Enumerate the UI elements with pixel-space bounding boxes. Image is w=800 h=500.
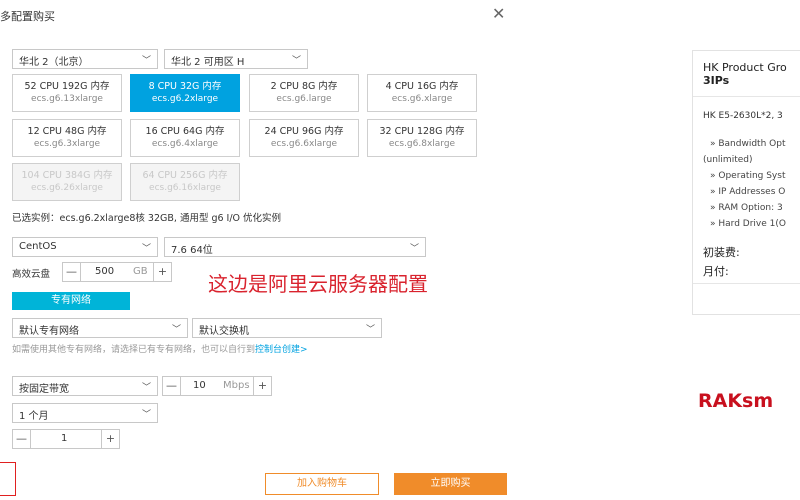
spec-title: 52 CPU 192G 内存 [24, 81, 110, 92]
list-item: (unlimited) [703, 155, 753, 165]
quantity-value: 1 [61, 433, 68, 444]
os-select[interactable]: CentOS ﹀ [12, 237, 158, 257]
annotation-text: 这边是阿里云服务器配置 [208, 272, 428, 296]
spec-type: ecs.g6.26xlarge [31, 183, 103, 193]
spec-option-disabled: 104 CPU 384G 内存 ecs.g6.26xlarge [12, 163, 122, 201]
monthly-label: 月付: [703, 265, 729, 278]
spec-title: 12 CPU 48G 内存 [27, 126, 107, 137]
vpc-select[interactable]: 默认专有网络 ﹀ [12, 318, 188, 338]
spec-type: ecs.g6.6xlarge [270, 139, 338, 149]
product-card-header: HK Product Gro 3IPs [693, 51, 800, 97]
list-item: » Bandwidth Opt [710, 139, 786, 149]
spec-option[interactable]: 32 CPU 128G 内存 ecs.g6.8xlarge [367, 119, 477, 157]
chevron-down-icon: ﹀ [141, 244, 151, 254]
plus-icon[interactable]: + [253, 377, 271, 395]
minus-icon[interactable]: — [163, 377, 181, 395]
spec-title: 104 CPU 384G 内存 [21, 170, 113, 181]
bandwidth-mode-value: 按固定带宽 [19, 384, 69, 395]
buy-now-button[interactable]: 立即购买 [394, 473, 507, 495]
duration-select[interactable]: 1 个月 ﹀ [12, 403, 158, 423]
vpc-value: 默认专有网络 [19, 326, 79, 337]
bandwidth-stepper[interactable]: — 10 Mbps + [162, 376, 272, 396]
vswitch-select[interactable]: 默认交换机 ﹀ [192, 318, 382, 338]
chevron-down-icon: ﹀ [141, 56, 151, 66]
vpc-button[interactable]: 专有网络 [12, 292, 130, 310]
spec-option-disabled: 64 CPU 256G 内存 ecs.g6.16xlarge [130, 163, 240, 201]
duration-value: 1 个月 [19, 411, 49, 422]
spec-type: ecs.g6.xlarge [391, 94, 453, 104]
vpc-hint: 如需使用其他专有网络，请选择已有专有网络，也可以自行到控制台创建> [12, 344, 392, 356]
product-cpu: HK E5-2630L*2, 3 [703, 111, 783, 121]
spec-type: ecs.g6.large [276, 94, 332, 104]
disk-label: 高效云盘 [12, 269, 51, 280]
spec-option[interactable]: 2 CPU 8G 内存 ecs.g6.large [249, 74, 359, 112]
spec-type: ecs.g6.2xlarge [151, 94, 219, 104]
list-item: » Operating Syst [710, 171, 786, 181]
spec-type: ecs.g6.16xlarge [149, 183, 221, 193]
chevron-down-icon: ﹀ [141, 410, 151, 420]
plus-icon[interactable]: + [153, 263, 171, 281]
disk-unit: GB [133, 266, 148, 277]
zone-select[interactable]: 华北 2 可用区 H ﹀ [164, 49, 308, 69]
product-title: HK Product Gro [703, 61, 787, 74]
product-options-list: » Bandwidth Opt (unlimited) » Operating … [703, 136, 786, 232]
spec-title: 2 CPU 8G 内存 [270, 81, 338, 92]
bandwidth-unit: Mbps [223, 380, 250, 391]
spec-option[interactable]: 16 CPU 64G 内存 ecs.g6.4xlarge [130, 119, 240, 157]
region-select[interactable]: 华北 2（北京） ﹀ [12, 49, 158, 69]
close-icon[interactable]: ✕ [492, 6, 505, 22]
spec-title: 8 CPU 32G 内存 [148, 81, 222, 92]
spec-type: ecs.g6.3xlarge [33, 139, 101, 149]
disk-size-value: 500 [95, 266, 115, 277]
zone-value: 华北 2 可用区 H [171, 57, 245, 68]
chevron-down-icon: ﹀ [365, 325, 375, 335]
spec-type: ecs.g6.13xlarge [31, 94, 103, 104]
disk-size-stepper[interactable]: — 500 GB + [62, 262, 172, 282]
minus-icon[interactable]: — [13, 430, 31, 448]
os-version-select[interactable]: 7.6 64位 ﹀ [164, 237, 426, 257]
spec-title: 24 CPU 96G 内存 [264, 126, 344, 137]
vswitch-value: 默认交换机 [199, 326, 249, 337]
bandwidth-mode-select[interactable]: 按固定带宽 ﹀ [12, 376, 158, 396]
spec-title: 32 CPU 128G 内存 [379, 126, 465, 137]
brand-logo-text: RAKsm [698, 390, 774, 412]
selected-instance-text: 已选实例：ecs.g6.2xlarge8核 32GB, 通用型 g6 I/O 优… [12, 213, 282, 224]
highlight-box [0, 462, 16, 496]
list-item: » RAM Option: 3 [710, 203, 783, 213]
os-value: CentOS [19, 241, 57, 252]
spec-type: ecs.g6.4xlarge [151, 139, 219, 149]
chevron-down-icon: ﹀ [409, 244, 419, 254]
list-item: » Hard Drive 1(O [710, 219, 786, 229]
list-item: » IP Addresses O [710, 187, 786, 197]
divider [693, 283, 800, 284]
spec-option[interactable]: 12 CPU 48G 内存 ecs.g6.3xlarge [12, 119, 122, 157]
bandwidth-value: 10 [193, 380, 206, 391]
console-create-link[interactable]: 控制台创建> [255, 345, 308, 355]
chevron-down-icon: ﹀ [291, 56, 301, 66]
spec-title: 64 CPU 256G 内存 [142, 170, 228, 181]
spec-option[interactable]: 4 CPU 16G 内存 ecs.g6.xlarge [367, 74, 477, 112]
setup-fee-label: 初装费: [703, 246, 740, 259]
spec-title: 4 CPU 16G 内存 [385, 81, 459, 92]
product-subtitle: 3IPs [703, 74, 730, 87]
chevron-down-icon: ﹀ [141, 383, 151, 393]
spec-type: ecs.g6.8xlarge [388, 139, 456, 149]
chevron-down-icon: ﹀ [171, 325, 181, 335]
dialog-title: 多配置购买 [0, 10, 55, 23]
product-card: HK Product Gro 3IPs HK E5-2630L*2, 3 » B… [692, 50, 800, 315]
spec-option[interactable]: 24 CPU 96G 内存 ecs.g6.6xlarge [249, 119, 359, 157]
os-version-value: 7.6 64位 [171, 245, 213, 256]
spec-title: 16 CPU 64G 内存 [145, 126, 225, 137]
region-value: 华北 2（北京） [19, 57, 89, 68]
hint-text: 如需使用其他专有网络，请选择已有专有网络，也可以自行到 [12, 345, 256, 355]
spec-option[interactable]: 52 CPU 192G 内存 ecs.g6.13xlarge [12, 74, 122, 112]
purchase-dialog: 多配置购买 ✕ 华北 2（北京） ﹀ 华北 2 可用区 H ﹀ 52 CPU 1… [0, 0, 520, 500]
quantity-stepper[interactable]: — 1 + [12, 429, 120, 449]
minus-icon[interactable]: — [63, 263, 81, 281]
spec-option-selected[interactable]: 8 CPU 32G 内存 ecs.g6.2xlarge [130, 74, 240, 112]
plus-icon[interactable]: + [101, 430, 119, 448]
add-to-cart-button[interactable]: 加入购物车 [265, 473, 379, 495]
